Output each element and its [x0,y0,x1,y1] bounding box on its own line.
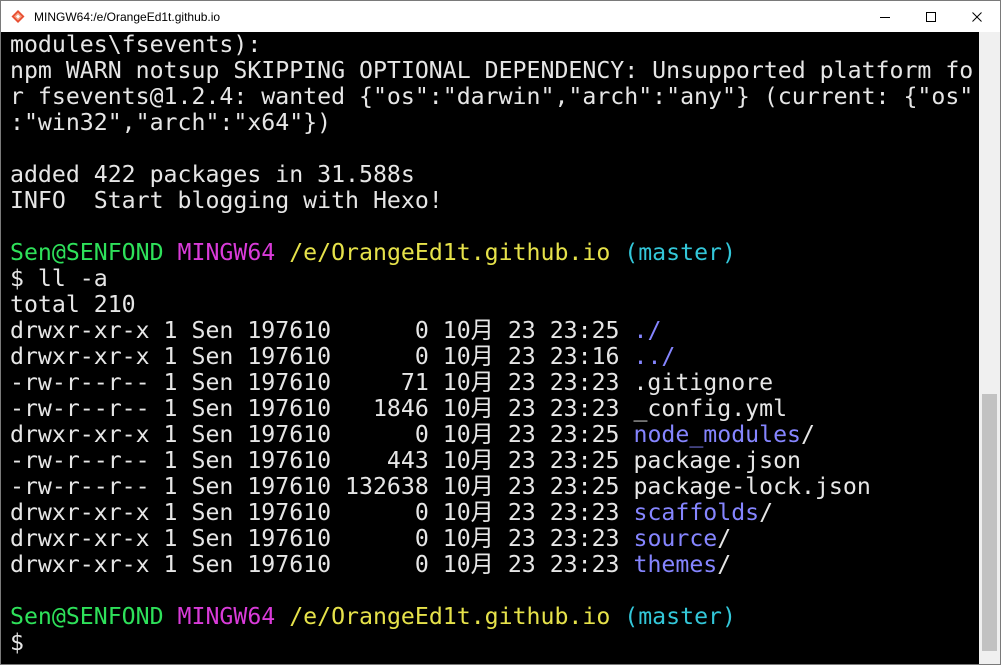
terminal-line: -rw-r--r-- 1 Sen 197610 71 10月 23 23:23 … [10,370,973,396]
terminal-text-segment: (master) [624,603,736,630]
vertical-scrollbar[interactable] [979,32,1000,664]
terminal-text-segment: / [717,551,732,578]
terminal-text-segment: (master) [624,239,736,266]
terminal-line: total 210 [10,292,973,318]
terminal-text-segment: Sen@SENFOND [10,603,178,630]
terminal-line: :"win32","arch":"x64"}) [10,110,973,136]
minimize-button[interactable] [862,1,908,32]
terminal-line: -rw-r--r-- 1 Sen 197610 1846 10月 23 23:2… [10,396,973,422]
terminal-text-segment: npm WARN notsup SKIPPING OPTIONAL DEPEND… [10,57,974,84]
minimize-icon [880,16,890,18]
terminal-line: npm WARN notsup SKIPPING OPTIONAL DEPEND… [10,58,973,84]
terminal-line: drwxr-xr-x 1 Sen 197610 0 10月 23 23:23 s… [10,500,973,526]
terminal-text-segment: r fsevents@1.2.4: wanted {"os":"darwin",… [10,83,974,110]
terminal-text-segment: / [801,421,815,448]
terminal-output[interactable]: modules\fsevents): npm WARN notsup SKIPPI… [1,32,979,664]
terminal-line: -rw-r--r-- 1 Sen 197610 443 10月 23 23:25… [10,448,973,474]
terminal-text-segment: added 422 packages in 31.588s [10,161,415,188]
terminal-text-segment: themes [633,551,718,578]
terminal-text-segment: MINGW64 [177,603,290,630]
terminal-line: INFO Start blogging with Hexo! [10,188,973,214]
terminal-text-segment: INFO Start blogging with Hexo! [10,187,443,214]
terminal-window: MINGW64:/e/OrangeEd1t.github.io modules\… [0,0,1001,665]
terminal-text-segment: drwxr-xr-x 1 Sen 197610 0 10月 23 23:23 [10,525,634,552]
window-title: MINGW64:/e/OrangeEd1t.github.io [34,9,221,24]
terminal-text-segment: / [759,499,774,526]
terminal-line: drwxr-xr-x 1 Sen 197610 0 10月 23 23:16 .… [10,344,973,370]
terminal-text-segment: drwxr-xr-x 1 Sen 197610 0 10月 23 23:23 [10,499,634,526]
terminal-text-segment: /e/OrangeEd1t.github.io [289,603,625,630]
terminal-text-segment: ./ [633,317,662,344]
terminal-line: drwxr-xr-x 1 Sen 197610 0 10月 23 23:23 s… [10,526,973,552]
terminal-text-segment: total 210 [10,291,136,318]
terminal-text-segment: drwxr-xr-x 1 Sen 197610 0 10月 23 23:16 [10,343,634,370]
terminal-text-segment: / [717,525,732,552]
maximize-icon [926,11,936,22]
terminal-line: r fsevents@1.2.4: wanted {"os":"darwin",… [10,84,973,110]
terminal-line: $ [10,630,973,656]
terminal-text-segment: scaffolds [633,499,760,526]
terminal-text-segment: modules\fsevents): [10,32,262,58]
terminal-text-segment: -rw-r--r-- 1 Sen 197610 71 10月 23 23:23 … [10,369,774,396]
terminal-text-segment: Sen@SENFOND [10,239,178,266]
terminal-lines: modules\fsevents): npm WARN notsup SKIPPI… [10,32,973,656]
terminal-text-segment: $ [10,629,24,656]
mingw-icon [10,9,26,25]
maximize-button[interactable] [908,1,954,32]
title-bar[interactable]: MINGW64:/e/OrangeEd1t.github.io [1,1,1000,32]
terminal-text-segment: MINGW64 [177,239,290,266]
close-icon [972,11,982,22]
terminal-line: Sen@SENFOND MINGW64 /e/OrangeEd1t.github… [10,240,973,266]
terminal-text-segment: /e/OrangeEd1t.github.io [289,239,625,266]
close-button[interactable] [954,1,1000,32]
terminal-text-segment: :"win32","arch":"x64"}) [10,109,332,136]
terminal-line: added 422 packages in 31.588s [10,162,973,188]
terminal-text-segment: node_modules [633,421,802,448]
terminal-text-segment: drwxr-xr-x 1 Sen 197610 0 10月 23 23:23 [10,551,634,578]
terminal-text-segment: $ ll -a [10,265,108,292]
terminal-line: drwxr-xr-x 1 Sen 197610 0 10月 23 23:23 t… [10,552,973,578]
scrollbar-thumb[interactable] [982,394,997,651]
terminal-line: Sen@SENFOND MINGW64 /e/OrangeEd1t.github… [10,604,973,630]
terminal-text-segment: source [633,525,718,552]
terminal-line: drwxr-xr-x 1 Sen 197610 0 10月 23 23:25 .… [10,318,973,344]
terminal-text-segment: -rw-r--r-- 1 Sen 197610 443 10月 23 23:25… [10,447,801,474]
terminal-line: -rw-r--r-- 1 Sen 197610 132638 10月 23 23… [10,474,973,500]
window-controls [862,1,1000,32]
terminal-text-segment: -rw-r--r-- 1 Sen 197610 1846 10月 23 23:2… [10,395,788,422]
terminal-text-segment: drwxr-xr-x 1 Sen 197610 0 10月 23 23:25 [10,421,634,448]
terminal-text-segment: drwxr-xr-x 1 Sen 197610 0 10月 23 23:25 [10,317,634,344]
terminal-line: modules\fsevents): [10,32,973,58]
terminal-line: $ ll -a [10,266,973,292]
terminal-text-segment: -rw-r--r-- 1 Sen 197610 132638 10月 23 23… [10,473,871,500]
terminal-line: drwxr-xr-x 1 Sen 197610 0 10月 23 23:25 n… [10,422,973,448]
terminal-text-segment: ../ [633,343,676,370]
